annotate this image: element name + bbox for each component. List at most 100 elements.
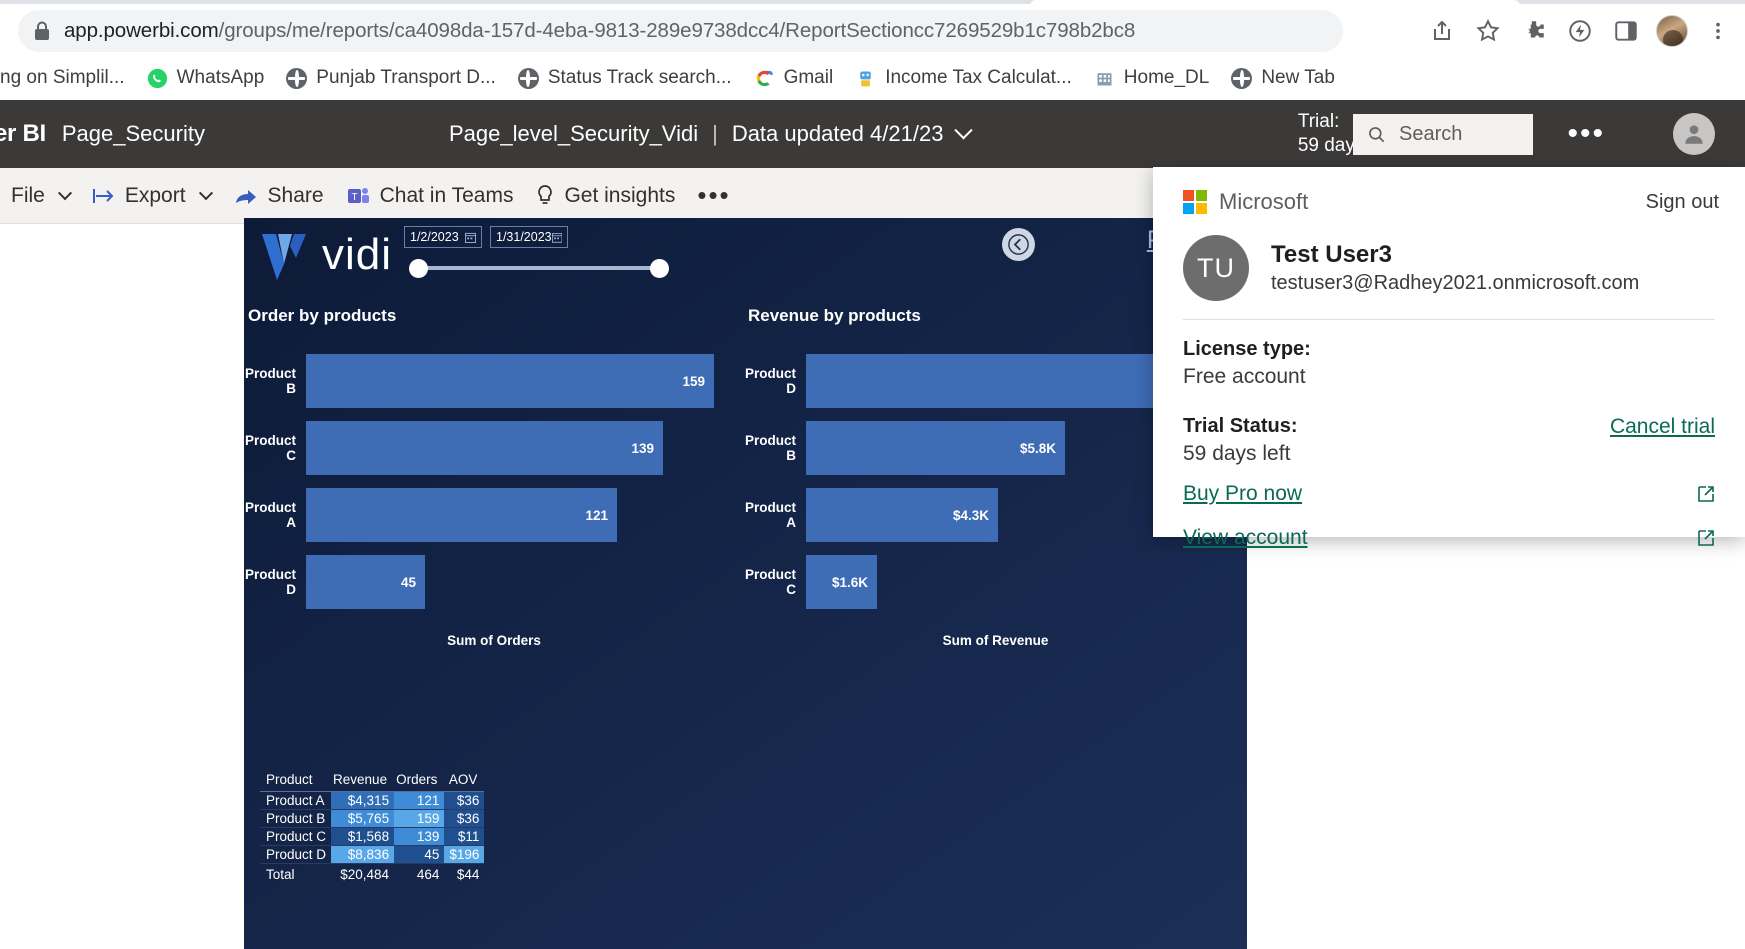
chrome-menu-icon[interactable] — [1699, 12, 1737, 50]
orders-chart-title: Order by products — [248, 306, 397, 325]
toolbar-more-button[interactable]: ••• — [686, 168, 741, 224]
account-avatar-button[interactable] — [1673, 113, 1715, 155]
profile-avatar[interactable] — [1653, 12, 1691, 50]
cell-aov: $196 — [444, 845, 485, 864]
bar-segment[interactable]: 159 — [306, 354, 714, 408]
bar-value-label: $1.6K — [831, 574, 868, 590]
bar-category-label: Product B — [744, 433, 796, 463]
flyout-header: Microsoft Sign out — [1153, 167, 1745, 221]
bar-category-label: Product A — [744, 500, 796, 530]
powerbi-logo[interactable]: er BI — [0, 120, 46, 148]
table-row[interactable]: Product C $1,568 139 $11 — [260, 827, 485, 846]
toolbar-chat-label: Chat in Teams — [379, 183, 514, 207]
bookmark-label: WhatsApp — [176, 67, 265, 88]
slider-handle-end[interactable] — [650, 258, 669, 278]
back-arrow-icon — [1008, 234, 1029, 255]
share-icon[interactable] — [1423, 12, 1461, 50]
side-panel-icon[interactable] — [1607, 12, 1645, 50]
toolbar-file-button[interactable]: File — [0, 168, 81, 224]
cancel-trial-link[interactable]: Cancel trial — [1610, 415, 1715, 439]
report-canvas: vidi 1/2/2023 1/31/2023 Order by product… — [244, 218, 1247, 949]
cell-revenue: $4,315 — [331, 791, 395, 810]
orders-axis-label: Sum of Orders — [447, 633, 541, 648]
microsoft-label: Microsoft — [1219, 189, 1309, 214]
bookmark-label: Punjab Transport D... — [316, 67, 496, 88]
powerbi-header: er BI Page_Security Page_level_Security_… — [0, 100, 1745, 168]
external-link-icon[interactable] — [1697, 529, 1715, 547]
url-text: app.powerbi.com/groups/me/reports/ca4098… — [64, 19, 1135, 43]
table-row[interactable]: Product A $4,315 121 $36 — [260, 791, 485, 810]
table-row[interactable]: Product D $8,836 45 $196 — [260, 845, 485, 864]
toolbar-insights-label: Get insights — [564, 183, 676, 207]
avatar-initials: TU — [1197, 252, 1235, 283]
user-identity: Test User3 testuser3@Radhey2021.onmicros… — [1271, 241, 1639, 295]
data-updated-button[interactable]: Data updated 4/21/23 — [732, 121, 974, 147]
export-icon — [92, 188, 114, 203]
license-label: License type: — [1183, 338, 1311, 360]
license-section: License type: Free account — [1153, 320, 1745, 389]
bookmark-item[interactable]: WhatsApp — [136, 63, 276, 93]
chevron-down-icon — [57, 185, 72, 200]
orders-bars: Product B 159 Product C 139 Product A 12… — [244, 354, 744, 609]
chevron-down-icon — [198, 185, 213, 200]
column-header[interactable]: Orders — [394, 770, 445, 792]
external-link-icon[interactable] — [1697, 485, 1715, 503]
calendar-icon[interactable] — [465, 232, 476, 243]
date-range-slider[interactable] — [409, 258, 669, 278]
view-account-link[interactable]: View account — [1183, 526, 1308, 550]
toolbar-export-button[interactable]: Export — [81, 168, 222, 224]
microsoft-brand: Microsoft — [1183, 189, 1308, 215]
bookmark-item[interactable]: ng on Simplil... — [0, 63, 136, 93]
product-summary-table[interactable]: Product Revenue Orders AOV Product A $4,… — [260, 770, 485, 883]
extensions-puzzle-icon[interactable] — [1515, 12, 1553, 50]
bookmark-item[interactable]: Income Tax Calculat... — [844, 63, 1083, 93]
browser-shield-icon[interactable] — [1561, 12, 1599, 50]
bar-segment[interactable]: $1.6K — [806, 555, 877, 609]
column-header[interactable]: AOV — [444, 770, 485, 792]
slicer-end-date[interactable]: 1/31/2023 — [490, 226, 568, 248]
cell-revenue: $1,568 — [331, 827, 395, 846]
globe-icon — [517, 67, 539, 89]
toolbar-chat-in-teams-button[interactable]: T Chat in Teams — [335, 168, 525, 224]
bar-segment[interactable]: 139 — [306, 421, 663, 475]
bar-segment[interactable]: $5.8K — [806, 421, 1065, 475]
slider-handle-start[interactable] — [409, 258, 428, 278]
search-input[interactable]: Search — [1353, 114, 1533, 155]
bar-value-label: $4.3K — [952, 507, 989, 523]
sign-out-link[interactable]: Sign out — [1646, 191, 1719, 214]
address-bar[interactable]: app.powerbi.com/groups/me/reports/ca4098… — [18, 10, 1343, 52]
bookmark-item[interactable]: Status Track search... — [507, 63, 743, 93]
breadcrumb-workspace[interactable]: Page_Security — [62, 121, 205, 147]
table-row[interactable]: Product B $5,765 159 $36 — [260, 809, 485, 828]
bar-value-label: $5.8K — [1019, 440, 1056, 456]
slicer-start-date[interactable]: 1/2/2023 — [404, 226, 482, 248]
cell-revenue: $8,836 — [331, 845, 395, 864]
cell-orders: 121 — [394, 791, 445, 810]
bar-segment[interactable]: 45 — [306, 555, 425, 609]
table: Product Revenue Orders AOV Product A $4,… — [260, 770, 485, 883]
calendar-icon[interactable] — [551, 232, 562, 243]
column-header[interactable]: Revenue — [331, 770, 395, 792]
report-title-group: Page_level_Security_Vidi | Data updated … — [449, 100, 974, 168]
bookmark-label: Gmail — [783, 67, 834, 88]
omnibox-actions — [1423, 6, 1737, 56]
buy-pro-row: Buy Pro now — [1153, 466, 1745, 506]
column-header[interactable]: Product — [260, 770, 332, 792]
bookmark-item[interactable]: Punjab Transport D... — [275, 63, 507, 93]
bookmark-item[interactable]: New Tab — [1220, 63, 1346, 93]
back-button[interactable] — [1002, 228, 1035, 261]
bar-category-label: Product D — [744, 366, 796, 396]
bar-segment[interactable]: $4.3K — [806, 488, 998, 542]
bookmark-star-icon[interactable] — [1469, 12, 1507, 50]
toolbar-get-insights-button[interactable]: Get insights — [524, 168, 686, 224]
bar-value-label: 139 — [631, 440, 654, 456]
whatsapp-icon — [147, 68, 167, 88]
flyout-user-block: TU Test User3 testuser3@Radhey2021.onmic… — [1153, 221, 1745, 319]
search-icon — [1369, 126, 1385, 142]
bookmark-item[interactable]: Home_DL — [1083, 63, 1221, 93]
bookmark-item[interactable]: Gmail — [743, 63, 845, 93]
buy-pro-now-link[interactable]: Buy Pro now — [1183, 482, 1302, 506]
header-more-options-button[interactable]: ••• — [1567, 100, 1605, 168]
toolbar-share-button[interactable]: Share — [222, 168, 335, 224]
bar-segment[interactable]: 121 — [306, 488, 617, 542]
